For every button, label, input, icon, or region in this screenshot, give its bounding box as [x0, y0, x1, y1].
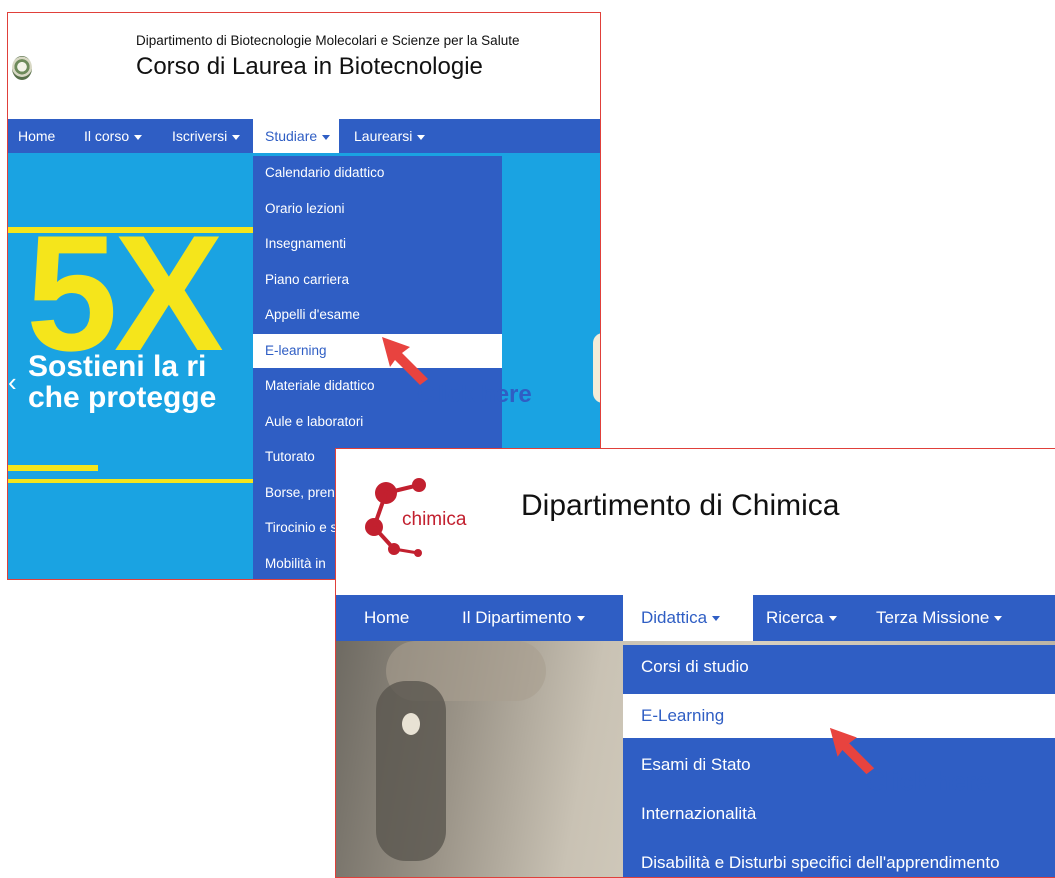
- menu-item-aule[interactable]: Aule e laboratori: [253, 405, 502, 439]
- nav-ricerca[interactable]: Ricerca: [766, 595, 837, 641]
- nav-terza-missione-label: Terza Missione: [876, 608, 990, 627]
- hero-blur-shape: [402, 713, 420, 735]
- chevron-down-icon: [232, 134, 241, 140]
- chevron-down-icon: [134, 134, 143, 140]
- chevron-down-icon: [417, 134, 426, 140]
- menu-item-internazionalita[interactable]: Internazionalità: [623, 792, 1055, 836]
- click-here-callout: Click here: [866, 766, 991, 796]
- hero-slogan: Sostieni la ri che protegge: [28, 351, 216, 413]
- nav-il-dipartimento[interactable]: Il Dipartimento: [462, 595, 585, 641]
- nav-iscriversi-label: Iscriversi: [172, 128, 228, 144]
- nav-home-label: Home: [18, 128, 56, 144]
- decorative-bar: [8, 465, 98, 471]
- main-navbar: Home Il corso Iscriversi Studiare Laurea…: [8, 119, 600, 153]
- chevron-down-icon: [994, 616, 1003, 622]
- nav-home-label: Home: [364, 608, 410, 627]
- department-name: Dipartimento di Biotecnologie Molecolari…: [136, 33, 520, 48]
- screenshot-chimica: chimica Dipartimento di Chimica Home Il …: [335, 448, 1055, 878]
- nav-il-corso[interactable]: Il corso: [84, 119, 143, 153]
- nav-studiare-label: Studiare: [265, 128, 318, 144]
- menu-item-appelli[interactable]: Appelli d'esame: [253, 298, 502, 332]
- nav-il-corso-label: Il corso: [84, 128, 130, 144]
- course-title[interactable]: Corso di Laurea in Biotecnologie: [136, 53, 483, 81]
- nav-home[interactable]: Home: [364, 595, 409, 641]
- menu-item-calendario[interactable]: Calendario didattico: [253, 156, 502, 190]
- hero-slogan-line2: che protegge: [28, 381, 217, 414]
- menu-item-orario[interactable]: Orario lezioni: [253, 192, 502, 226]
- chimica-logo[interactable]: chimica: [356, 471, 486, 561]
- click-here-callout: Click here: [417, 381, 532, 408]
- nav-laurearsi[interactable]: Laurearsi: [354, 119, 426, 153]
- nav-ricerca-label: Ricerca: [766, 608, 824, 627]
- nav-terza-missione[interactable]: Terza Missione: [876, 595, 1003, 641]
- hero-blur-shape: [376, 681, 446, 861]
- menu-item-piano-carriera[interactable]: Piano carriera: [253, 263, 502, 297]
- chevron-down-icon: [576, 616, 585, 622]
- nav-studiare[interactable]: Studiare: [253, 119, 339, 153]
- nav-didattica-label: Didattica: [641, 608, 708, 627]
- hero-slogan-line1: Sostieni la ri: [28, 350, 207, 383]
- main-navbar: Home Il Dipartimento Didattica Ricerca T…: [336, 595, 1055, 641]
- carousel-prev-icon[interactable]: ‹: [8, 367, 17, 398]
- department-title[interactable]: Dipartimento di Chimica: [521, 489, 839, 523]
- nav-il-dipartimento-label: Il Dipartimento: [462, 608, 572, 627]
- menu-item-e-learning[interactable]: E-learning: [253, 334, 502, 368]
- nav-iscriversi[interactable]: Iscriversi: [172, 119, 241, 153]
- logo-text: chimica: [402, 509, 467, 530]
- menu-item-insegnamenti[interactable]: Insegnamenti: [253, 227, 502, 261]
- chevron-down-icon: [712, 616, 721, 622]
- nav-didattica[interactable]: Didattica: [623, 595, 753, 641]
- pointer-arrow-icon: [382, 337, 428, 385]
- hero-image-fragment: [593, 333, 600, 403]
- nav-laurearsi-label: Laurearsi: [354, 128, 413, 144]
- chevron-down-icon: [322, 134, 331, 140]
- site-header: Dipartimento di Biotecnologie Molecolari…: [8, 13, 600, 119]
- menu-item-disabilita[interactable]: Disabilità e Disturbi specifici dell'app…: [623, 841, 1055, 877]
- menu-item-corsi-di-studio[interactable]: Corsi di studio: [623, 645, 1055, 689]
- chevron-down-icon: [828, 616, 837, 622]
- nav-home[interactable]: Home: [18, 119, 55, 153]
- university-seal-icon[interactable]: [12, 56, 32, 80]
